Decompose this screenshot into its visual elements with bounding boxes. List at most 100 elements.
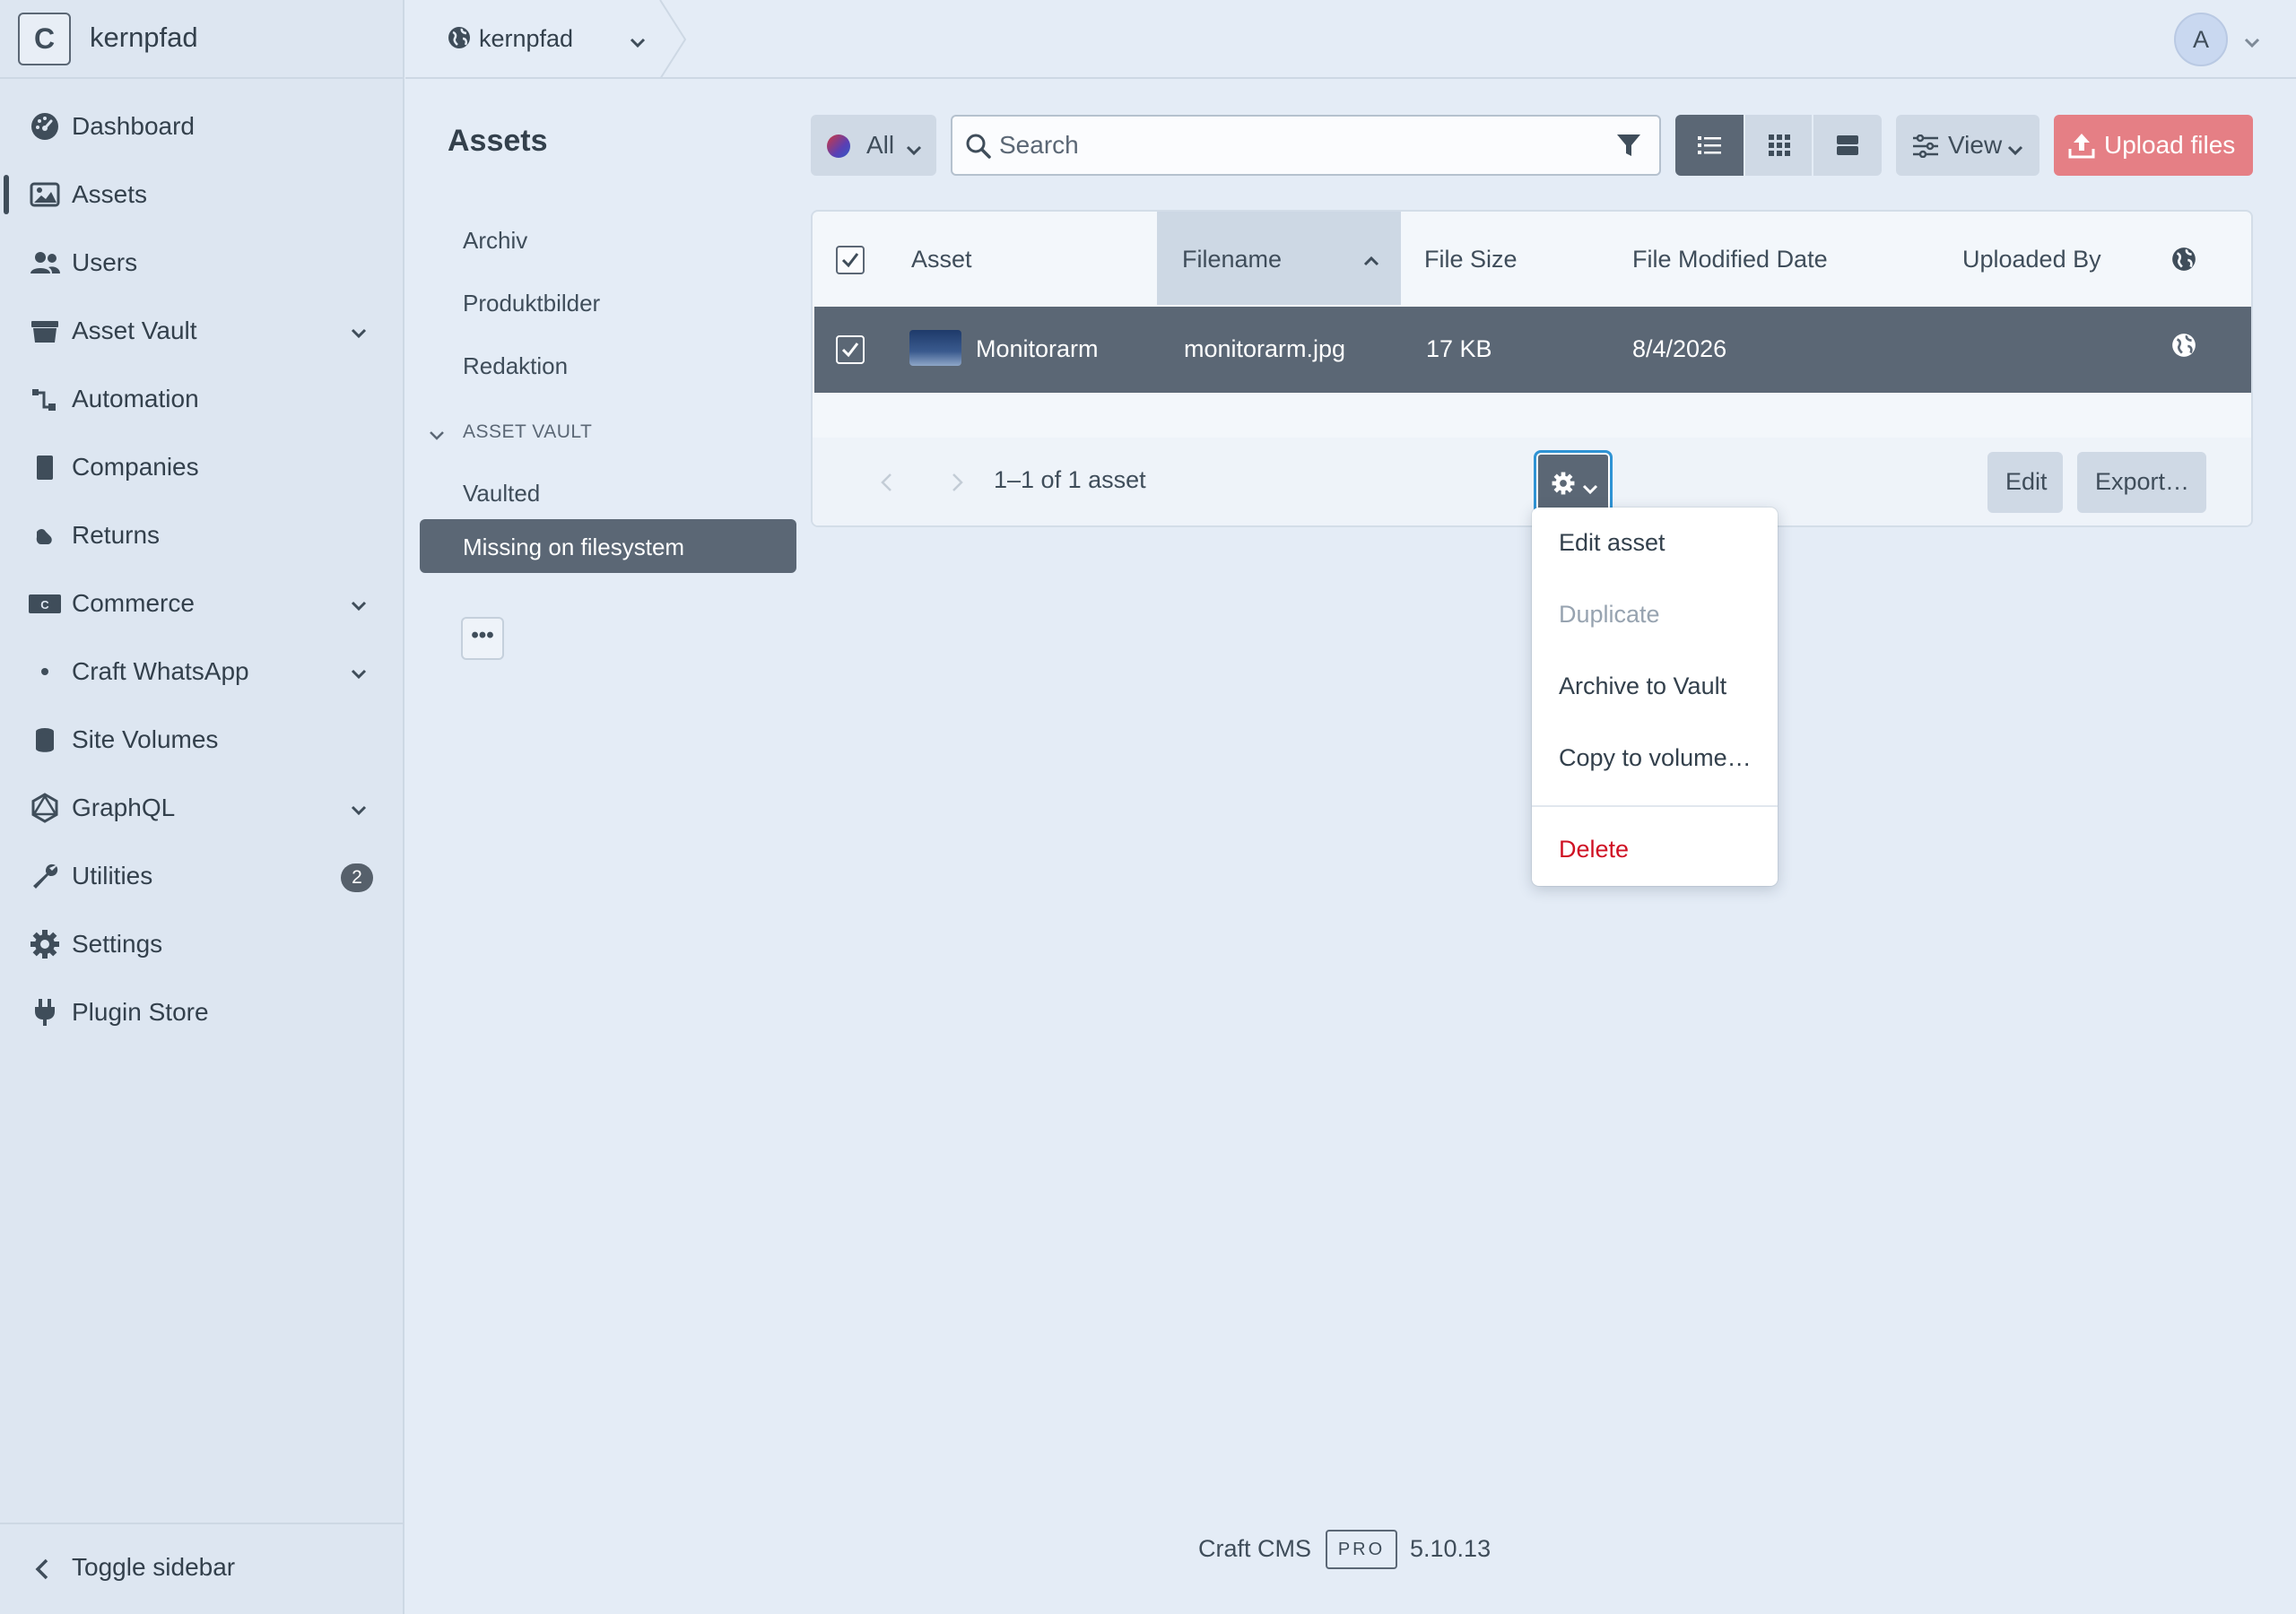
select-all-checkbox[interactable] — [836, 246, 865, 274]
users-icon — [29, 247, 61, 279]
chevron-down-icon[interactable] — [2242, 30, 2262, 50]
chevron-down-icon[interactable] — [348, 322, 370, 343]
assets-table: Asset Filename File Size File Modified D… — [811, 210, 2253, 527]
chevron-down-icon — [427, 423, 447, 443]
sidebar-item-settings[interactable]: Settings — [0, 914, 404, 975]
upload-label: Upload files — [2104, 131, 2236, 159]
source-settings-button[interactable]: ••• — [461, 617, 504, 660]
menu-item-archive-to-vault[interactable]: Archive to Vault — [1559, 672, 1726, 700]
source-vaulted[interactable]: Vaulted — [420, 465, 796, 519]
chevron-down-icon[interactable] — [348, 594, 370, 616]
return-icon — [29, 519, 61, 551]
globe-icon — [447, 25, 472, 50]
view-mode-thumbs-button[interactable] — [1745, 115, 1813, 176]
dashboard-icon — [29, 110, 61, 143]
chevron-down-icon[interactable] — [348, 663, 370, 684]
craft-logo[interactable]: C — [18, 13, 71, 65]
chevron-left-icon — [30, 1557, 56, 1582]
column-header-asset[interactable]: Asset — [911, 246, 972, 273]
wrench-icon — [29, 860, 61, 892]
utilities-badge: 2 — [341, 863, 373, 892]
sidebar-item-label: Plugin Store — [72, 998, 209, 1026]
sidebar-item-utilities[interactable]: Utilities 2 — [0, 846, 404, 907]
sidebar-item-label: Asset Vault — [72, 317, 197, 344]
view-mode-cards-button[interactable] — [1813, 115, 1882, 176]
sidebar-item-label: Settings — [72, 930, 163, 958]
asset-title[interactable]: Monitorarm — [976, 335, 1099, 363]
sidebar-item-label: Dashboard — [72, 112, 195, 140]
menu-item-duplicate: Duplicate — [1559, 601, 1660, 628]
sidebar-item-label: Assets — [72, 180, 148, 208]
sidebar-item-label: Utilities — [72, 862, 153, 889]
menu-item-delete[interactable]: Delete — [1559, 836, 1629, 863]
view-mode-table-button[interactable] — [1675, 115, 1744, 176]
graphql-icon — [29, 792, 61, 824]
sort-ascending-icon — [1361, 249, 1381, 269]
table-row[interactable]: Monitorarm monitorarm.jpg 17 KB 8/4/2026 — [814, 307, 2251, 393]
edition-badge: PRO — [1326, 1530, 1397, 1569]
chevron-down-icon — [628, 30, 648, 50]
grid-icon — [1769, 134, 1790, 156]
sidebar-item-commerce[interactable]: C Commerce — [0, 573, 404, 634]
search-input[interactable] — [999, 127, 1609, 163]
site-color-icon — [827, 134, 850, 158]
sidebar-item-assets[interactable]: Assets — [0, 164, 404, 225]
menu-separator — [1532, 805, 1778, 807]
toggle-sidebar-button[interactable]: Toggle sidebar — [0, 1523, 404, 1614]
sidebar-item-users[interactable]: Users — [0, 232, 404, 293]
app-footer: Craft CMS PRO 5.10.13 — [1198, 1530, 1557, 1571]
column-header-file-modified-date[interactable]: File Modified Date — [1632, 246, 1828, 273]
column-header-uploaded-by[interactable]: Uploaded By — [1962, 246, 2101, 273]
source-label: Produktbilder — [463, 290, 601, 317]
source-produktbilder[interactable]: Produktbilder — [420, 275, 796, 329]
chevron-down-icon — [1581, 476, 1599, 495]
sidebar-item-label: Companies — [72, 453, 199, 481]
sidebar-item-dashboard[interactable]: Dashboard — [0, 96, 404, 157]
building-icon — [29, 451, 61, 483]
sidebar-item-graphql[interactable]: GraphQL — [0, 777, 404, 838]
bulk-actions-button[interactable] — [1534, 450, 1613, 515]
sidebar-item-automation[interactable]: Automation — [0, 369, 404, 430]
flow-icon — [29, 383, 61, 415]
chevron-right-icon[interactable] — [947, 472, 967, 493]
view-label: View — [1948, 131, 2003, 159]
site-name[interactable]: kernpfad — [90, 22, 198, 54]
chevron-left-icon[interactable] — [877, 472, 897, 493]
source-group-asset-vault[interactable]: ASSET VAULT — [427, 418, 804, 450]
chevron-down-icon[interactable] — [348, 799, 370, 820]
edit-button[interactable]: Edit — [1987, 452, 2063, 513]
search-box — [951, 115, 1661, 176]
archive-box-icon — [29, 315, 61, 347]
plug-icon — [29, 996, 61, 1028]
sidebar-item-asset-vault[interactable]: Asset Vault — [0, 300, 404, 361]
source-archiv[interactable]: Archiv — [420, 213, 796, 266]
site-filter-button[interactable]: All — [811, 115, 936, 176]
globe-icon — [2170, 246, 2197, 273]
sidebar-item-craft-whatsapp[interactable]: Craft WhatsApp — [0, 641, 404, 702]
site-switcher[interactable]: kernpfad — [447, 0, 1039, 80]
brand[interactable]: C kernpfad — [0, 0, 404, 79]
menu-item-edit-asset[interactable]: Edit asset — [1559, 529, 1665, 557]
sidebar-item-companies[interactable]: Companies — [0, 437, 404, 498]
column-header-file-size[interactable]: File Size — [1424, 246, 1518, 273]
sidebar-item-site-volumes[interactable]: Site Volumes — [0, 709, 404, 770]
footer-version: 5.10.13 — [1410, 1535, 1492, 1562]
row-checkbox[interactable] — [836, 335, 865, 364]
filter-icon[interactable] — [1614, 131, 1643, 160]
export-button[interactable]: Export… — [2077, 452, 2206, 513]
view-settings-button[interactable]: View — [1896, 115, 2039, 176]
sidebar-item-label: Craft WhatsApp — [72, 657, 249, 685]
user-avatar[interactable]: A — [2174, 13, 2228, 66]
upload-files-button[interactable]: Upload files — [2054, 115, 2253, 176]
column-header-filename[interactable]: Filename — [1157, 212, 1401, 305]
source-missing-on-filesystem[interactable]: Missing on filesystem — [420, 519, 796, 573]
global-header: kernpfad A — [405, 0, 2296, 80]
sidebar-item-label: Returns — [72, 521, 161, 549]
footer-app-name: Craft CMS — [1198, 1535, 1312, 1562]
menu-item-copy-to-volume[interactable]: Copy to volume… — [1559, 744, 1752, 772]
sidebar-item-plugin-store[interactable]: Plugin Store — [0, 982, 404, 1043]
sidebar-item-label: GraphQL — [72, 794, 176, 821]
source-redaktion[interactable]: Redaktion — [420, 338, 796, 392]
sidebar-item-returns[interactable]: Returns — [0, 505, 404, 566]
dot-icon — [29, 655, 61, 688]
